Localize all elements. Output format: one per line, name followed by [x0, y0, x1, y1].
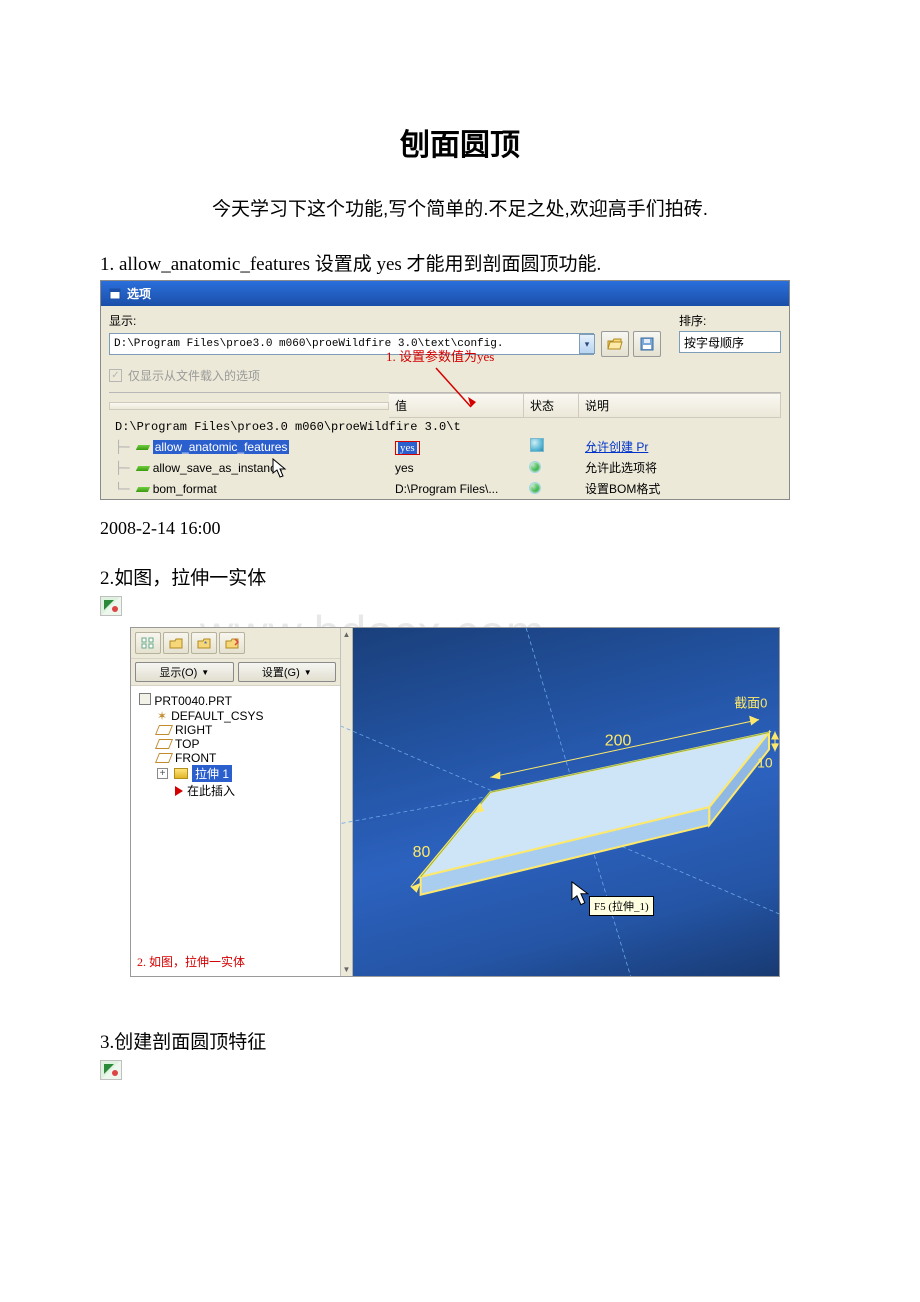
col-value[interactable]: 值 — [389, 393, 524, 418]
options-dialog-title: 选项 — [127, 285, 151, 302]
tree-item[interactable]: ✶DEFAULT_CSYS — [135, 709, 336, 723]
status-icon — [530, 462, 540, 472]
intro-text: 今天学习下这个功能,写个简单的.不足之处,欢迎高手们拍砖. — [100, 194, 820, 221]
svg-text:*: * — [204, 640, 207, 649]
figure2-annotation: 2. 如图，拉伸一实体 — [137, 953, 245, 970]
plane-icon — [155, 753, 173, 763]
tree-toolbar-button[interactable] — [163, 632, 189, 654]
tree-item[interactable]: FRONT — [135, 751, 336, 765]
option-icon — [137, 441, 149, 451]
tree-item[interactable]: RIGHT — [135, 723, 336, 737]
tree-root[interactable]: PRT0040.PRT — [135, 692, 336, 709]
part-icon — [139, 693, 151, 705]
timestamp-text: 2008-2-14 16:00 — [100, 518, 820, 539]
expand-icon[interactable]: + — [157, 768, 168, 779]
option-name: allow_anatomic_features — [153, 440, 290, 454]
cursor-icon — [572, 882, 588, 905]
model-tree-panel: * 显示(O)▼ 设置(G)▼ PRT0040.PRT ✶DEFAULT_CSY… — [131, 628, 341, 976]
tree-item-extrude[interactable]: +拉伸 1 — [135, 765, 336, 782]
status-icon — [530, 483, 540, 493]
option-value[interactable]: yes — [398, 442, 417, 454]
only-loaded-label: 仅显示从文件载入的选项 — [128, 367, 260, 384]
only-loaded-checkbox-row: ✓ 仅显示从文件载入的选项 — [109, 367, 661, 384]
open-folder-button[interactable] — [601, 331, 629, 357]
settings-dropdown[interactable]: 设置(G)▼ — [238, 662, 337, 682]
plane-icon — [155, 725, 173, 735]
col-name[interactable] — [109, 402, 389, 410]
option-icon — [137, 483, 149, 493]
sort-dropdown[interactable]: 按字母顺序 — [679, 331, 781, 353]
config-path-dropdown[interactable]: ▾ — [579, 334, 595, 354]
figure1-annotation: 1. 设置参数值为yes — [386, 346, 494, 365]
feature-tooltip: F5 (拉伸_1) — [589, 896, 654, 916]
step-3-text: 3.创建剖面圆顶特征 — [100, 1027, 820, 1054]
proe-viewport: * 显示(O)▼ 设置(G)▼ PRT0040.PRT ✶DEFAULT_CSY… — [130, 627, 780, 977]
step-1-text: 1. allow_anatomic_features 设置成 yes 才能用到剖… — [100, 249, 820, 276]
option-value: yes — [389, 460, 524, 476]
options-group-row: D:\Program Files\proe3.0 m060\proeWildfi… — [109, 418, 781, 436]
option-name: bom_format — [153, 482, 217, 496]
3d-viewport[interactable]: ▲ ▼ 200 80 — [341, 628, 779, 976]
status-icon — [530, 438, 544, 452]
dim-width: 80 — [413, 844, 431, 861]
tree-toolbar-button[interactable]: * — [191, 632, 217, 654]
only-loaded-checkbox[interactable]: ✓ — [109, 369, 122, 382]
save-config-button[interactable] — [633, 331, 661, 357]
table-row[interactable]: ├─ allow_save_as_instance yes 允许此选项将 — [109, 457, 781, 478]
csys-icon: ✶ — [157, 709, 167, 723]
step-2-text: 2.如图，拉伸一实体 — [100, 563, 820, 590]
option-desc: 设置BOM格式 — [579, 479, 781, 498]
tree-toolbar-button[interactable] — [219, 632, 245, 654]
tree-item[interactable]: TOP — [135, 737, 336, 751]
plane-icon — [155, 739, 173, 749]
table-row[interactable]: └─ bom_format D:\Program Files\... 设置BOM… — [109, 478, 781, 499]
options-table-header: 值 状态 说明 — [109, 393, 781, 418]
options-dialog: 选项 显示: ▾ ✓ 仅显示从文件载入的选项 — [100, 280, 790, 500]
broken-image-icon — [100, 1060, 122, 1080]
col-desc[interactable]: 说明 — [579, 393, 781, 418]
option-icon — [137, 462, 149, 472]
tree-item-insert[interactable]: 在此插入 — [135, 782, 336, 799]
dim-height: 10 — [757, 754, 773, 770]
broken-image-icon — [100, 596, 122, 616]
option-desc: 允许此选项将 — [579, 458, 781, 477]
sort-label: 排序: — [679, 312, 781, 329]
dialog-icon — [109, 288, 121, 300]
tree-toolbar-button[interactable] — [135, 632, 161, 654]
col-status[interactable]: 状态 — [524, 393, 579, 418]
page-title: 刨面圆顶 — [100, 120, 820, 164]
section-label: 截面0 — [734, 696, 767, 711]
config-path-input[interactable] — [109, 333, 594, 355]
extrude-icon — [174, 768, 188, 779]
show-dropdown[interactable]: 显示(O)▼ — [135, 662, 234, 682]
options-dialog-titlebar: 选项 — [101, 281, 789, 306]
dim-length: 200 — [605, 732, 632, 749]
model-geometry: 200 80 10 截面0 — [341, 628, 779, 976]
option-desc: 允许创建 Pr — [585, 440, 648, 454]
show-label: 显示: — [109, 312, 661, 329]
option-value: D:\Program Files\... — [389, 481, 524, 497]
option-name: allow_save_as_instance — [153, 461, 283, 475]
insert-arrow-icon — [175, 786, 183, 796]
table-row[interactable]: ├─ allow_anatomic_features yes 允许创建 Pr — [109, 436, 781, 457]
